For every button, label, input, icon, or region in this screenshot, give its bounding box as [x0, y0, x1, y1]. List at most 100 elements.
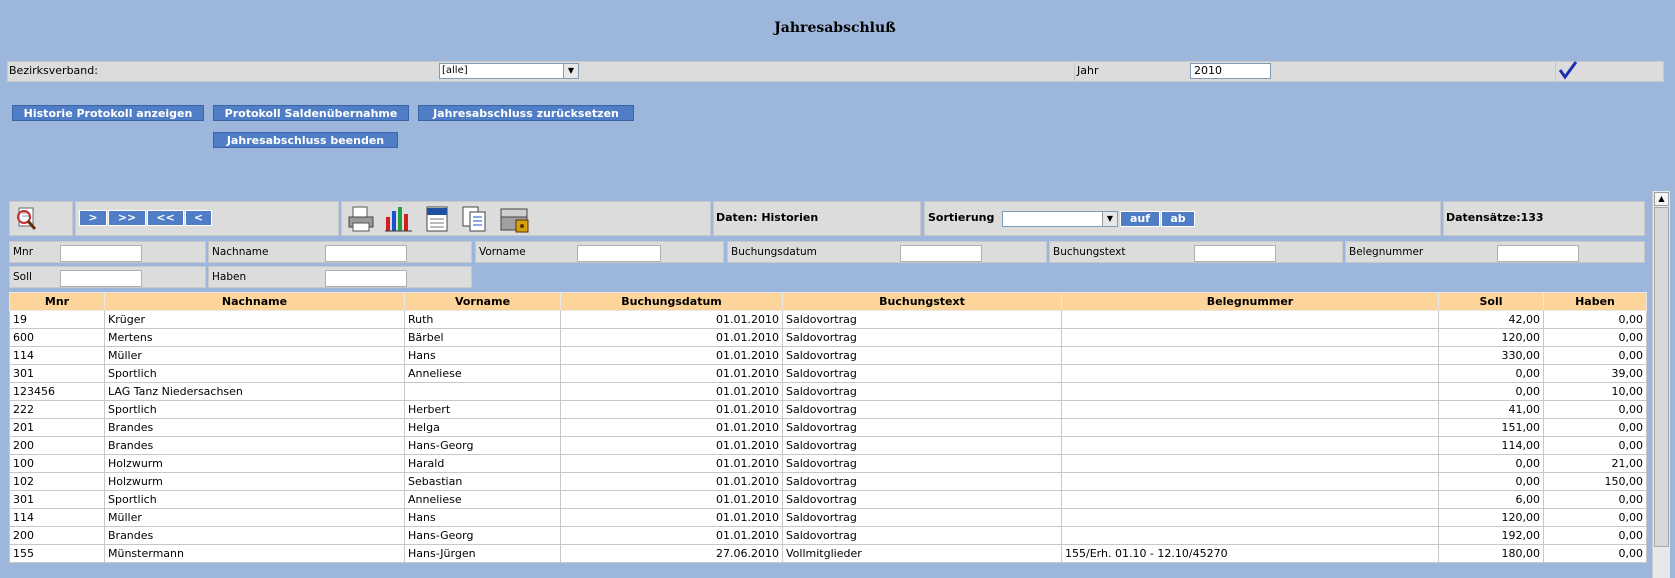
table-cell: 100	[9, 454, 105, 473]
scroll-up-icon[interactable]: ▲	[1654, 192, 1669, 206]
table-cell: 301	[9, 364, 105, 383]
table-cell: 0,00	[1438, 364, 1544, 383]
table-cell: 0,00	[1543, 490, 1647, 509]
table-cell: Hans	[404, 346, 561, 365]
table-cell	[1061, 508, 1439, 527]
filter-nachname-input[interactable]	[325, 245, 407, 262]
column-header-buchungstext[interactable]: Buchungstext	[782, 292, 1062, 311]
table-cell: 201	[9, 418, 105, 437]
table-cell: Saldovortrag	[782, 490, 1062, 509]
table-cell: Saldovortrag	[782, 346, 1062, 365]
table-cell: 01.01.2010	[560, 346, 783, 365]
table-cell: 0,00	[1543, 436, 1647, 455]
filter-buchungstext-input[interactable]	[1194, 245, 1276, 262]
column-header-nachname[interactable]: Nachname	[104, 292, 405, 311]
cash-register-icon[interactable]	[498, 205, 532, 233]
nav-next-button[interactable]: >	[79, 210, 107, 226]
table-cell: Saldovortrag	[782, 454, 1062, 473]
filter-nachname: Nachname	[208, 241, 472, 263]
table-cell	[1061, 400, 1439, 419]
filter-belegnummer-input[interactable]	[1497, 245, 1579, 262]
column-header-belegnummer[interactable]: Belegnummer	[1061, 292, 1439, 311]
bezirk-select[interactable]: [alle] ▼	[439, 63, 579, 79]
data-table: Mnr Nachname Vorname Buchungsdatum Buchu…	[9, 292, 1647, 563]
table-cell: Holzwurm	[104, 454, 405, 473]
table-cell: Sportlich	[104, 364, 405, 383]
table-cell: 120,00	[1438, 508, 1544, 527]
vertical-scrollbar[interactable]: ▲	[1652, 191, 1670, 578]
table-cell: Brandes	[104, 526, 405, 545]
table-row[interactable]: 123456 LAG Tanz Niedersachsen 01.01.2010 Sa…	[9, 382, 1647, 401]
filter-soll-input[interactable]	[60, 270, 142, 287]
nav-prev-button[interactable]: <	[185, 210, 212, 226]
column-header-haben[interactable]: Haben	[1543, 292, 1647, 311]
table-row[interactable]: 114 Müller Hans 01.01.2010 Saldovortrag 120,0…	[9, 508, 1647, 527]
count-cell: Datensätze:133	[1443, 201, 1645, 236]
table-cell: 0,00	[1543, 526, 1647, 545]
sort-asc-button[interactable]: auf	[1120, 211, 1160, 227]
table-cell: 0,00	[1543, 310, 1647, 329]
nav-last-button[interactable]: >>	[108, 210, 146, 226]
table-cell: Ruth	[404, 310, 561, 329]
column-header-buchungsdatum[interactable]: Buchungsdatum	[560, 292, 783, 311]
filter-vorname-input[interactable]	[577, 245, 661, 262]
column-header-mnr[interactable]: Mnr	[9, 292, 105, 311]
table-cell: Herbert	[404, 400, 561, 419]
filter-vorname-label: Vorname	[479, 246, 526, 258]
sort-desc-button[interactable]: ab	[1161, 211, 1195, 227]
table-row[interactable]: 200 Brandes Hans-Georg 01.01.2010 Saldovortr…	[9, 526, 1647, 545]
table-row[interactable]: 200 Brandes Hans-Georg 01.01.2010 Saldovortr…	[9, 436, 1647, 455]
table-row[interactable]: 114 Müller Hans 01.01.2010 Saldovortrag 330,0…	[9, 346, 1647, 365]
table-cell: 120,00	[1438, 328, 1544, 347]
table-cell	[1061, 526, 1439, 545]
sort-label: Sortierung	[928, 211, 995, 224]
table-cell: Sportlich	[104, 400, 405, 419]
historie-protokoll-button[interactable]: Historie Protokoll anzeigen	[12, 105, 204, 121]
table-cell: Hans	[404, 508, 561, 527]
table-row[interactable]: 222 Sportlich Herbert 01.01.2010 Saldovortra…	[9, 400, 1647, 419]
table-cell: Anneliese	[404, 364, 561, 383]
office-document-icon[interactable]	[423, 205, 453, 233]
filter-buchungsdatum-input[interactable]	[900, 245, 982, 262]
table-cell	[1061, 418, 1439, 437]
nav-first-button[interactable]: <<	[147, 210, 184, 226]
filter-belegnummer: Belegnummer	[1345, 241, 1645, 263]
confirm-check-icon[interactable]	[1557, 59, 1579, 81]
daten-cell: Daten: Historien	[713, 201, 921, 236]
search-magnifier-icon[interactable]	[13, 205, 41, 232]
bar-chart-icon[interactable]	[384, 205, 414, 233]
filter-haben-input[interactable]	[325, 270, 407, 287]
table-cell: 01.01.2010	[560, 310, 783, 329]
table-row[interactable]: 100 Holzwurm Harald 01.01.2010 Saldovortrag 0…	[9, 454, 1647, 473]
table-cell	[404, 382, 561, 401]
table-cell	[1061, 310, 1439, 329]
table-row[interactable]: 155 Münstermann Hans-Jürgen 27.06.2010 Vollm…	[9, 544, 1647, 563]
column-header-vorname[interactable]: Vorname	[404, 292, 561, 311]
table-row[interactable]: 301 Sportlich Anneliese 01.01.2010 Saldovort…	[9, 490, 1647, 509]
table-row[interactable]: 102 Holzwurm Sebastian 01.01.2010 Saldovortr…	[9, 472, 1647, 491]
table-cell: LAG Tanz Niedersachsen	[104, 382, 405, 401]
scrollbar-thumb[interactable]	[1654, 207, 1669, 547]
table-row[interactable]: 600 Mertens Bärbel 01.01.2010 Saldovortrag 12…	[9, 328, 1647, 347]
jahresabschluss-beenden-button[interactable]: Jahresabschluss beenden	[213, 132, 398, 148]
column-header-soll[interactable]: Soll	[1438, 292, 1544, 311]
table-cell: 0,00	[1543, 418, 1647, 437]
filter-mnr-input[interactable]	[60, 245, 142, 262]
filter-haben: Haben	[208, 266, 472, 288]
table-row[interactable]: 201 Brandes Helga 01.01.2010 Saldovortrag 151…	[9, 418, 1647, 437]
table-row[interactable]: 19 Krüger Ruth 01.01.2010 Saldovortrag 42,00 0…	[9, 310, 1647, 329]
table-cell: Helga	[404, 418, 561, 437]
table-cell: 200	[9, 526, 105, 545]
jahresabschluss-zuruecksetzen-button[interactable]: Jahresabschluss zurücksetzen	[418, 105, 634, 121]
filter-bar	[7, 61, 1664, 82]
table-cell: 151,00	[1438, 418, 1544, 437]
jahr-input[interactable]: 2010	[1190, 63, 1271, 79]
sort-select[interactable]: ▼	[1002, 211, 1118, 227]
table-row[interactable]: 301 Sportlich Anneliese 01.01.2010 Saldovort…	[9, 364, 1647, 383]
table-cell: Saldovortrag	[782, 436, 1062, 455]
filter-buchungstext-label: Buchungstext	[1053, 246, 1126, 258]
copy-documents-icon[interactable]	[460, 205, 490, 233]
filter-buchungsdatum: Buchungsdatum	[727, 241, 1047, 263]
printer-icon[interactable]	[346, 205, 376, 233]
protokoll-saldenuebernahme-button[interactable]: Protokoll Saldenübernahme	[213, 105, 409, 121]
